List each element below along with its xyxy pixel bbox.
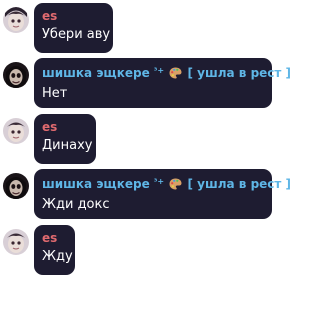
author-name[interactable]: шишка эщкере ³+ [ ушла в рест ]: [42, 175, 291, 193]
message-text: Нет: [42, 86, 68, 101]
author-label[interactable]: es: [42, 120, 57, 134]
message-text: Жди докс: [42, 197, 110, 212]
avatar-icon[interactable]: [3, 118, 29, 144]
avatar-icon[interactable]: [3, 62, 29, 88]
author-label[interactable]: шишка эщкере: [42, 177, 150, 191]
palette-icon: [169, 67, 182, 82]
message-text: Динаху: [42, 138, 93, 153]
role-badge: ³+: [153, 66, 165, 75]
author-label[interactable]: шишка эщкере: [42, 66, 150, 80]
message-bubble: es Убери аву: [34, 3, 113, 53]
message-bubble: шишка эщкере ³+ [ ушла в рест ] Нет: [34, 58, 291, 108]
author-name[interactable]: es: [42, 9, 105, 23]
author-label[interactable]: es: [42, 9, 57, 23]
message-text: Убери аву: [42, 27, 111, 42]
avatar-icon[interactable]: [3, 173, 29, 199]
message-bubble: es Жду: [34, 225, 75, 275]
message-bubble: es Динаху: [34, 114, 96, 164]
role-badge: ³+: [153, 177, 165, 186]
palette-icon: [169, 178, 182, 193]
message-bubble: шишка эщкере ³+ [ ушла в рест ] Жди докс: [34, 169, 291, 219]
avatar-icon[interactable]: [3, 7, 29, 33]
status-label: [ ушла в рест ]: [187, 177, 292, 191]
message-text: Жду: [42, 249, 73, 264]
author-label[interactable]: es: [42, 231, 57, 245]
author-name[interactable]: es: [42, 120, 88, 134]
avatar-icon[interactable]: [3, 229, 29, 255]
status-label: [ ушла в рест ]: [187, 66, 292, 80]
author-name[interactable]: es: [42, 231, 67, 245]
author-name[interactable]: шишка эщкере ³+ [ ушла в рест ]: [42, 64, 291, 82]
